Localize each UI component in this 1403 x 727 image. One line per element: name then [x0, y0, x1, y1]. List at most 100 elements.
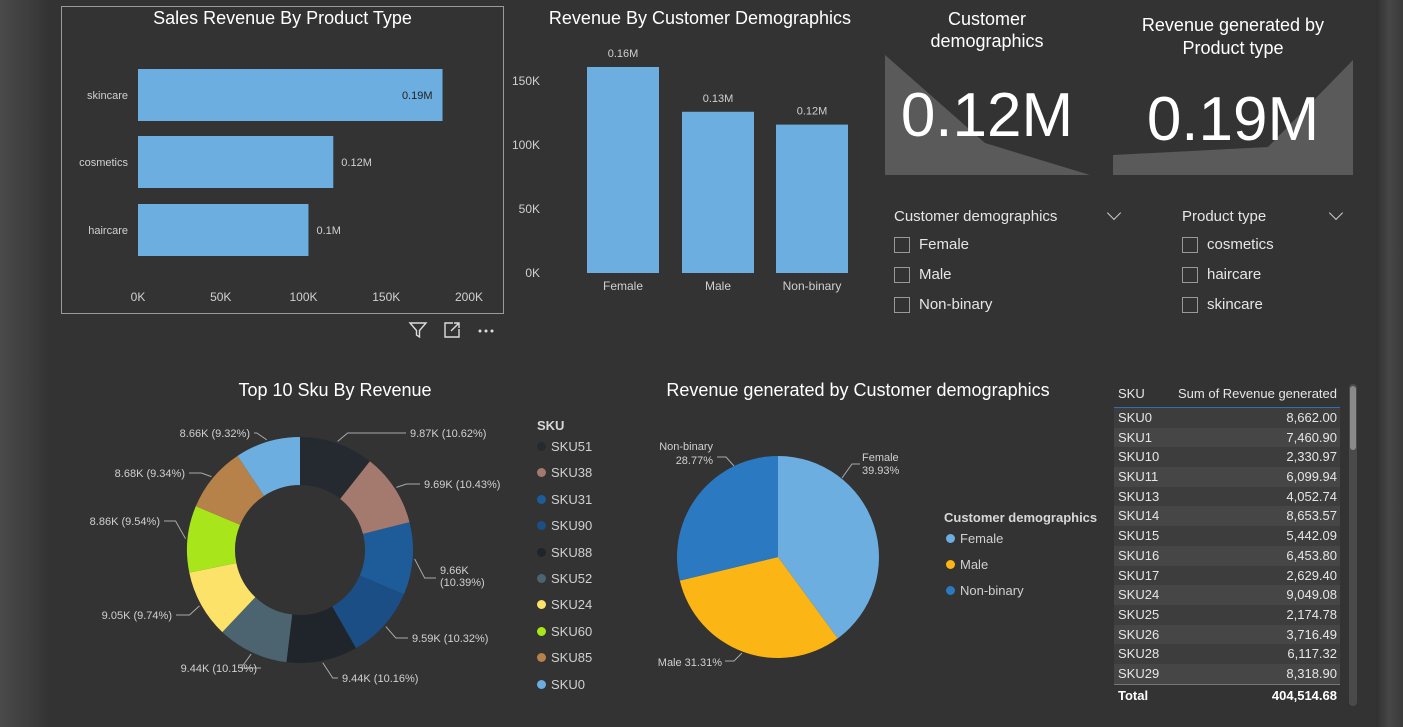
- bar[interactable]: [138, 204, 309, 256]
- table-header[interactable]: SKU Sum of Revenue generated: [1114, 380, 1340, 408]
- data-label: Male 31.31%: [658, 657, 722, 669]
- bar-v-chart[interactable]: 0K 50K 100K 150K 0.16M Female 0.13M Male 0.12M No…: [505, 40, 875, 300]
- bar-h-title: Sales Revenue By Product Type: [153, 8, 412, 28]
- table-row[interactable]: SKU28 6,117.32: [1114, 644, 1340, 664]
- bar[interactable]: [776, 124, 848, 273]
- table-header-sku[interactable]: SKU: [1118, 386, 1145, 401]
- pie-chart[interactable]: Female39.93% Non-binary 28.77% Male 31.31%: [630, 420, 930, 680]
- left-frame: [0, 0, 49, 727]
- table-cell-revenue: 7,460.90: [1286, 429, 1337, 445]
- legend-item[interactable]: SKU90: [537, 518, 592, 533]
- table-cell-revenue: 2,330.97: [1286, 449, 1337, 465]
- table-row[interactable]: SKU16 6,453.80: [1114, 545, 1340, 566]
- tick-label: 100K: [512, 138, 540, 152]
- legend-item[interactable]: SKU60: [537, 624, 592, 639]
- bar[interactable]: [138, 69, 443, 121]
- table-total-row: Total 404,514.68: [1114, 683, 1340, 703]
- legend-item[interactable]: Female: [946, 531, 1003, 546]
- table-cell-sku: SKU10: [1118, 449, 1160, 465]
- table-cell-revenue: 4,052.74: [1286, 488, 1337, 504]
- legend-swatch: [946, 586, 955, 595]
- legend-item[interactable]: SKU38: [537, 465, 592, 480]
- table-row[interactable]: SKU0 8,662.00: [1114, 408, 1340, 428]
- legend-label: SKU52: [551, 571, 593, 586]
- legend-item[interactable]: SKU0: [537, 677, 585, 692]
- donut-chart[interactable]: 9.87K (10.62%) 9.69K (10.43%) 9.66K(10.39%…: [60, 410, 540, 720]
- data-label: 9.69K (10.43%): [424, 479, 500, 491]
- table-cell-revenue: 6,117.32: [1287, 646, 1337, 662]
- checkbox[interactable]: [1182, 266, 1198, 283]
- legend-item[interactable]: SKU24: [537, 597, 592, 612]
- leader-line: [725, 652, 743, 662]
- slicer2-option-skincare[interactable]: skincare: [1182, 296, 1263, 313]
- table-row[interactable]: SKU13 4,052.74: [1114, 486, 1340, 507]
- legend-item[interactable]: Male: [946, 557, 988, 572]
- checkbox[interactable]: [894, 266, 910, 283]
- table-row[interactable]: SKU15 5,442.09: [1114, 526, 1340, 546]
- table-total-value: 404,514.68: [1271, 687, 1337, 703]
- table-cell-sku: SKU1: [1118, 429, 1152, 445]
- card1-value: 0.12M: [900, 81, 1074, 150]
- slicer2-option-cosmetics[interactable]: cosmetics: [1182, 236, 1274, 253]
- data-label: 0.12M: [797, 106, 828, 118]
- legend-item[interactable]: SKU85: [537, 650, 592, 665]
- checkbox[interactable]: [1182, 296, 1198, 313]
- data-label: 0.1M: [316, 225, 340, 237]
- bar[interactable]: [138, 136, 334, 188]
- leader-line: [385, 626, 408, 639]
- leader-line: [322, 662, 338, 679]
- legend-label: SKU38: [551, 465, 593, 481]
- legend-item[interactable]: SKU51: [537, 439, 592, 454]
- slicer2-option-haircare[interactable]: haircare: [1182, 266, 1261, 283]
- legend-swatch: [946, 534, 955, 543]
- bar-h-chart[interactable]: skincare 0.19M cosmetics 0.12M haircare 0.1M 0…: [61, 40, 504, 312]
- checkbox[interactable]: [1182, 236, 1198, 253]
- data-label: 0.13M: [703, 93, 734, 105]
- checkbox[interactable]: [894, 236, 910, 253]
- table-row[interactable]: SKU1 7,460.90: [1114, 427, 1340, 448]
- table-scrollbar-thumb[interactable]: [1350, 386, 1356, 450]
- table-row[interactable]: SKU29 8,318.90: [1114, 663, 1340, 684]
- revenue-table[interactable]: SKU Sum of Revenue generated SKU0 8,662.0…: [1114, 380, 1340, 703]
- leader-line: [337, 432, 406, 442]
- table-cell-sku: SKU16: [1118, 547, 1160, 563]
- legend-item[interactable]: SKU31: [537, 492, 592, 507]
- table-row[interactable]: SKU26 3,716.49: [1114, 624, 1340, 645]
- legend-label: SKU31: [551, 491, 593, 507]
- table-row[interactable]: SKU14 8,653.57: [1114, 506, 1340, 527]
- legend-label: Male: [960, 557, 989, 572]
- table-row[interactable]: SKU25 2,174.78: [1114, 604, 1340, 625]
- table-row[interactable]: SKU24 9,049.08: [1114, 585, 1340, 605]
- slicer1-option-female[interactable]: Female: [894, 236, 969, 253]
- legend-item[interactable]: Non-binary: [946, 583, 1024, 598]
- legend-label: SKU88: [551, 544, 593, 560]
- legend-swatch: [537, 679, 546, 689]
- leader-line: [164, 520, 186, 539]
- card1-title-line2: demographics: [930, 31, 1044, 51]
- legend-swatch: [537, 653, 546, 663]
- focus-mode-icon[interactable]: [442, 320, 462, 340]
- legend-item[interactable]: SKU88: [537, 545, 592, 560]
- slicer1-option-non-binary[interactable]: Non-binary: [894, 296, 992, 313]
- slicer1-option-male[interactable]: Male: [894, 266, 952, 283]
- table-row[interactable]: SKU11 6,099.94: [1114, 467, 1340, 487]
- data-label: 9.59K (10.32%): [412, 633, 488, 645]
- legend-item[interactable]: SKU52: [537, 571, 592, 586]
- legend-swatch: [537, 521, 546, 531]
- slicer1-option-label: Male: [919, 266, 952, 283]
- legend-label: SKU60: [551, 623, 593, 639]
- legend-swatch: [537, 626, 546, 636]
- category-label: cosmetics: [79, 157, 128, 169]
- bar[interactable]: [587, 67, 659, 273]
- category-label: Male: [705, 279, 731, 293]
- table-row[interactable]: SKU17 2,629.40: [1114, 565, 1340, 586]
- table-cell-sku: SKU17: [1118, 567, 1160, 583]
- slicer2-option-label: cosmetics: [1207, 236, 1274, 253]
- filter-icon[interactable]: [408, 320, 428, 340]
- more-options-icon[interactable]: [476, 320, 496, 340]
- table-header-revenue[interactable]: Sum of Revenue generated: [1178, 386, 1337, 401]
- bar[interactable]: [682, 111, 754, 273]
- table-row[interactable]: SKU10 2,330.97: [1114, 447, 1340, 468]
- checkbox[interactable]: [894, 296, 910, 313]
- table-cell-revenue: 3,716.49: [1286, 626, 1337, 642]
